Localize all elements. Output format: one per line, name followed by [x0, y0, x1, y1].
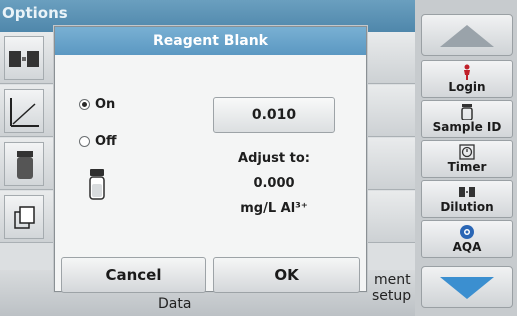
adjust-label: Adjust to: [238, 151, 310, 166]
scroll-up-button[interactable] [421, 14, 513, 56]
sidebar-item-label: Timer [447, 160, 487, 174]
adjust-value: 0.000 [253, 176, 295, 191]
radio-unselected-icon [79, 136, 90, 147]
sidebar-item-dilution[interactable]: Dilution [421, 180, 513, 218]
sidebar-item-login[interactable]: Login [421, 60, 513, 98]
bg-vial-icon [4, 142, 44, 186]
reagent-blank-dialog: Reagent Blank On Off 0.010 Adjust to: 0.… [54, 26, 367, 293]
sidebar: Login Sample ID Timer Dilution AQA [415, 0, 517, 316]
vial-icon [89, 169, 105, 205]
blank-value-button[interactable]: 0.010 [213, 97, 335, 133]
vial-icon [422, 104, 512, 121]
sidebar-item-label: Login [448, 80, 486, 94]
sidebar-item-aqa[interactable]: AQA [421, 220, 513, 258]
timer-icon [422, 144, 512, 160]
sidebar-item-label: Sample ID [432, 120, 502, 134]
bg-copy-icon [4, 195, 44, 239]
arrow-up-icon [440, 25, 494, 47]
bg-bottom-text: ment [374, 272, 411, 288]
dialog-title: Reagent Blank [55, 27, 366, 55]
ok-button[interactable]: OK [213, 257, 360, 293]
bg-program-icon [4, 36, 44, 80]
dilution-icon [422, 184, 512, 200]
radio-off[interactable]: Off [79, 134, 117, 149]
scroll-down-button[interactable] [421, 266, 513, 308]
sidebar-item-sample-id[interactable]: Sample ID [421, 100, 513, 138]
radio-selected-icon [79, 99, 90, 110]
arrow-down-icon [440, 277, 494, 299]
aqa-icon [422, 224, 512, 240]
bg-graph-icon [4, 89, 44, 133]
radio-label: On [95, 97, 116, 112]
bg-bottom-text: Data [158, 296, 192, 312]
bg-bottom-text: setup [372, 288, 412, 304]
unit-label: mg/L Al³⁺ [240, 201, 308, 216]
radio-on[interactable]: On [79, 97, 115, 112]
sidebar-item-label: Dilution [440, 200, 494, 214]
sidebar-item-timer[interactable]: Timer [421, 140, 513, 178]
cancel-button[interactable]: Cancel [61, 257, 206, 293]
sidebar-item-label: AQA [452, 240, 482, 254]
person-icon [422, 64, 512, 80]
radio-label: Off [95, 134, 117, 149]
